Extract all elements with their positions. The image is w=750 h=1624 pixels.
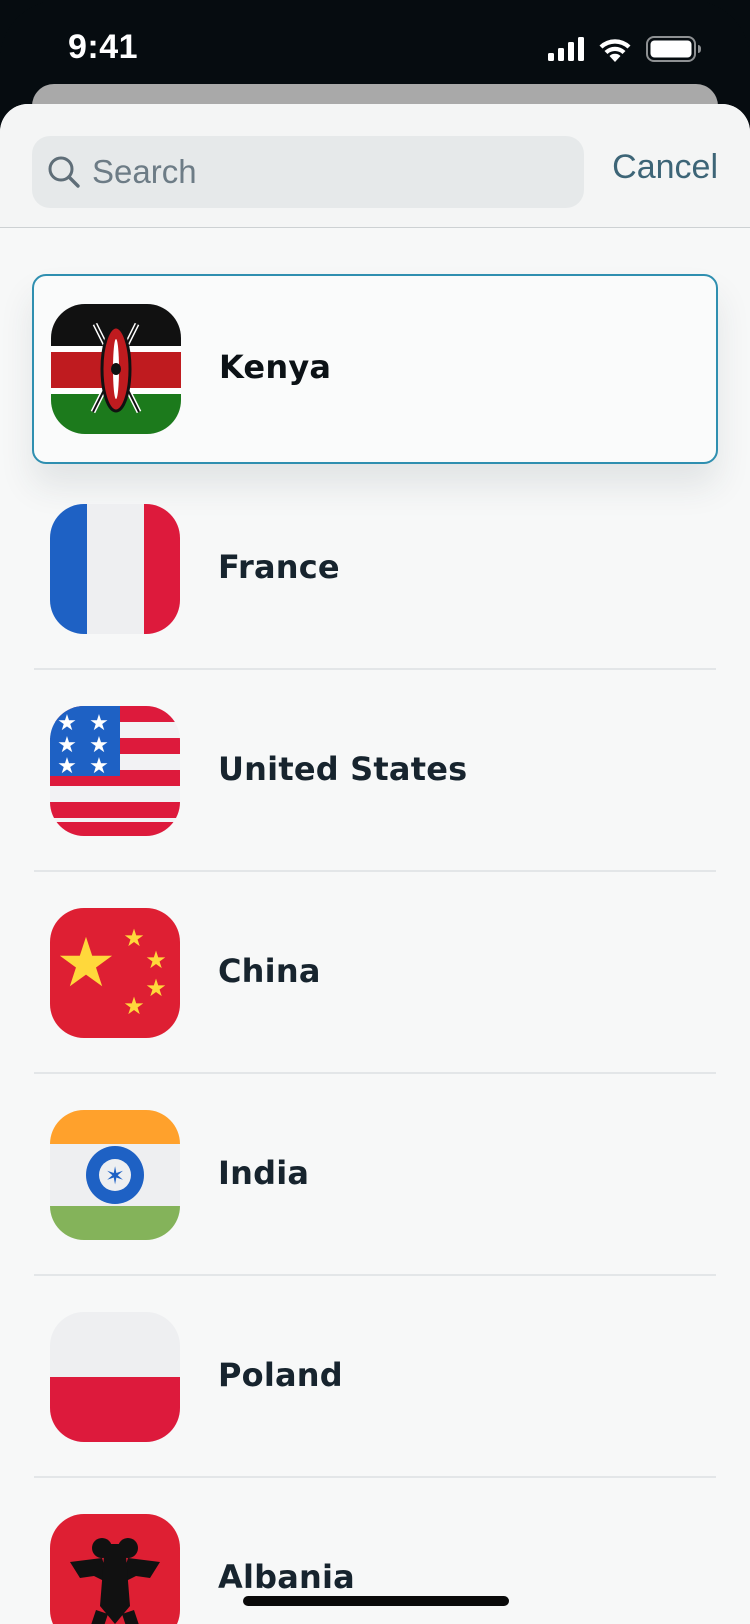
search-header: Cancel: [0, 104, 750, 228]
country-picker-sheet: Cancel Kenya: [0, 104, 750, 1624]
svg-text:★: ★: [57, 754, 77, 779]
country-name: United States: [218, 750, 468, 788]
india-flag-icon: ✶: [50, 1110, 180, 1240]
albania-flag-icon: [50, 1514, 180, 1624]
country-name: China: [218, 952, 321, 990]
home-indicator[interactable]: [243, 1596, 509, 1606]
list-item-kenya[interactable]: Kenya: [32, 274, 718, 464]
svg-text:★: ★: [145, 946, 167, 974]
svg-text:★: ★: [89, 754, 109, 779]
list-item-china[interactable]: ★ ★ ★ ★ ★ China: [34, 872, 716, 1074]
cancel-button[interactable]: Cancel: [612, 148, 718, 187]
svg-text:★: ★: [123, 924, 145, 952]
cellular-signal-icon: [548, 37, 584, 61]
status-time: 9:41: [68, 28, 139, 66]
list-item-india[interactable]: ✶ India: [34, 1074, 716, 1276]
country-name: Poland: [218, 1356, 343, 1394]
svg-text:★: ★: [56, 924, 117, 1003]
poland-flag-icon: [50, 1312, 180, 1442]
country-name: Kenya: [219, 348, 332, 386]
svg-text:★: ★: [123, 992, 145, 1020]
battery-icon: [646, 36, 701, 62]
china-flag-icon: ★ ★ ★ ★ ★: [50, 908, 180, 1038]
search-box[interactable]: [32, 136, 584, 208]
united-states-flag-icon: ★ ★ ★ ★ ★ ★: [50, 706, 180, 836]
list-item-france[interactable]: France: [34, 468, 716, 670]
country-name: France: [218, 548, 340, 586]
search-icon: [48, 156, 80, 188]
country-name: India: [218, 1154, 310, 1192]
country-name: Albania: [218, 1558, 355, 1596]
search-input[interactable]: [92, 136, 572, 208]
svg-text:★: ★: [145, 974, 167, 1002]
france-flag-icon: [50, 504, 180, 634]
kenya-flag-icon: [51, 304, 181, 434]
list-item-poland[interactable]: Poland: [34, 1276, 716, 1478]
status-icons: [548, 36, 702, 62]
list-item-united-states[interactable]: ★ ★ ★ ★ ★ ★ United States: [34, 670, 716, 872]
wifi-icon: [599, 38, 631, 62]
svg-text:✶: ✶: [105, 1162, 125, 1190]
